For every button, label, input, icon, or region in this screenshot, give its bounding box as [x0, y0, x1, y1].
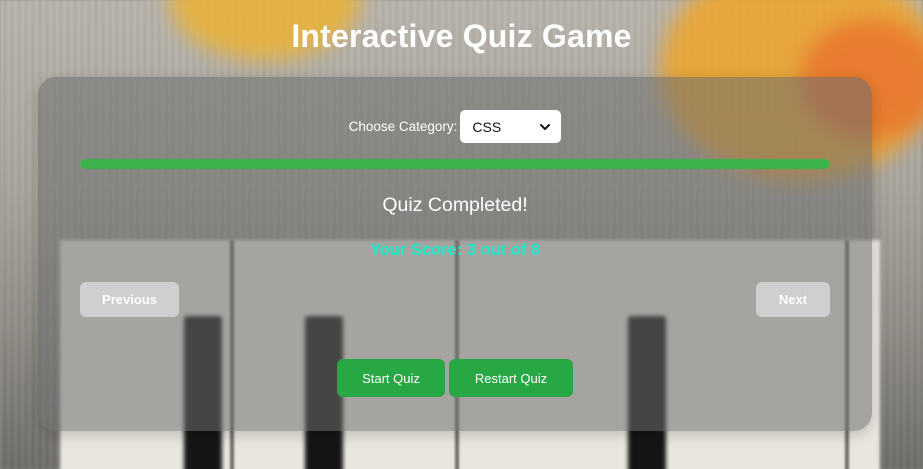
quiz-page: Interactive Quiz Game Choose Category: C… — [0, 0, 923, 469]
chevron-down-icon — [540, 123, 551, 130]
action-buttons: Start Quiz Restart Quiz — [38, 359, 872, 397]
previous-button[interactable]: Previous — [80, 282, 179, 317]
restart-quiz-button[interactable]: Restart Quiz — [449, 359, 573, 397]
category-selected-value: CSS — [472, 118, 502, 135]
category-row: Choose Category: CSS — [38, 110, 872, 143]
category-select[interactable]: CSS — [460, 110, 562, 143]
category-label: Choose Category: — [348, 119, 458, 134]
start-quiz-button[interactable]: Start Quiz — [337, 359, 445, 397]
progress-bar — [80, 159, 830, 169]
next-button[interactable]: Next — [756, 282, 830, 317]
progress-bar-fill — [80, 159, 830, 169]
score-text: Your Score: 3 out of 8 — [369, 241, 541, 259]
quiz-container: Choose Category: CSS Quiz Completed! You… — [38, 77, 872, 431]
quiz-status: Quiz Completed! — [382, 194, 528, 216]
page-title: Interactive Quiz Game — [291, 18, 632, 54]
